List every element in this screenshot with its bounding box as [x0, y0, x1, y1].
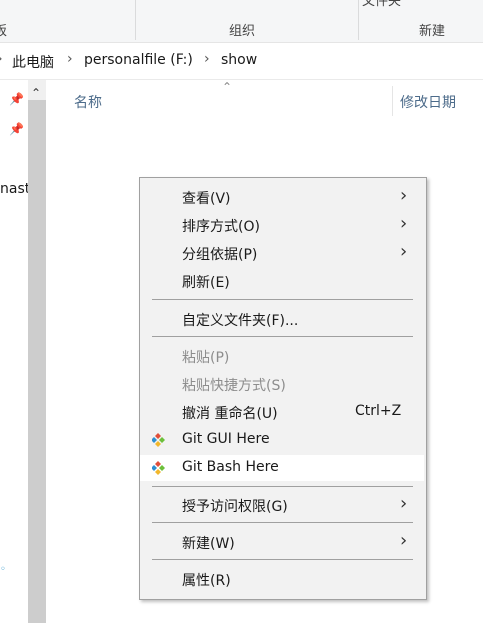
breadcrumb-drive[interactable]: personalfile (F:)	[84, 52, 193, 68]
menu-separator	[152, 522, 413, 523]
nav-item-partial[interactable]: nast	[0, 181, 30, 197]
menu-item-grant-access[interactable]: 授予访问权限(G) ›	[140, 492, 424, 518]
menu-separator	[152, 559, 413, 560]
breadcrumb-this-pc[interactable]: 此电脑	[12, 52, 54, 72]
ribbon-separator	[135, 0, 136, 40]
menu-item-view[interactable]: 查看(V) ›	[140, 184, 424, 210]
menu-item-label: 分组依据(P)	[182, 247, 258, 263]
chevron-right-icon: ›	[400, 241, 408, 262]
navigation-pane: 📌 📌	[0, 80, 28, 623]
menu-item-git-gui[interactable]: Git GUI Here	[140, 427, 424, 453]
menu-item-shortcut: Ctrl+Z	[355, 403, 402, 419]
nav-item-icon: ◦	[0, 564, 6, 575]
menu-item-git-bash[interactable]: Git Bash Here	[140, 455, 424, 481]
chevron-right-icon: ›	[400, 213, 408, 234]
column-header-name[interactable]: 名称	[74, 92, 102, 112]
chevron-right-icon[interactable]: ›	[204, 51, 210, 67]
sort-ascending-icon: ⌃	[222, 80, 233, 94]
breadcrumb-folder[interactable]: show	[221, 52, 257, 68]
menu-item-label: 新建(W)	[182, 536, 235, 552]
menu-separator	[152, 299, 413, 300]
menu-item-label: 授予访问权限(G)	[182, 499, 288, 515]
menu-item-label: 自定义文件夹(F)...	[182, 313, 299, 329]
menu-item-new[interactable]: 新建(W) ›	[140, 529, 424, 555]
pin-icon[interactable]: 📌	[9, 122, 24, 136]
menu-item-label: 粘贴快捷方式(S)	[182, 378, 286, 394]
pin-icon[interactable]: 📌	[9, 92, 24, 106]
chevron-right-icon: ›	[400, 185, 408, 206]
column-header-modified[interactable]: 修改日期	[400, 92, 456, 112]
git-icon	[152, 433, 165, 447]
menu-item-refresh[interactable]: 刷新(E)	[140, 268, 424, 294]
menu-item-label: 刷新(E)	[182, 275, 230, 291]
menu-separator	[152, 336, 413, 337]
menu-item-undo-rename[interactable]: 撤消 重命名(U) Ctrl+Z	[140, 399, 424, 425]
chevron-right-icon: ›	[400, 530, 408, 551]
ribbon-separator	[358, 0, 359, 40]
column-divider[interactable]	[392, 86, 393, 116]
context-menu: 查看(V) › 排序方式(O) › 分组依据(P) › 刷新(E) 自定义文件夹…	[139, 177, 427, 600]
scroll-up-icon[interactable]: ⌃	[31, 86, 41, 100]
chevron-right-icon: ›	[400, 493, 408, 514]
ribbon-group-new-label: 新建	[419, 24, 446, 39]
menu-item-group-by[interactable]: 分组依据(P) ›	[140, 240, 424, 266]
menu-item-label: Git Bash Here	[182, 459, 279, 475]
menu-item-label: Git GUI Here	[182, 431, 270, 447]
menu-item-paste: 粘贴(P)	[140, 343, 424, 369]
menu-item-properties[interactable]: 属性(R)	[140, 566, 424, 592]
ribbon-top-partial-label: 文件夹	[362, 0, 402, 9]
address-bar[interactable]: › 此电脑 › personalfile (F:) › show	[0, 43, 483, 80]
git-icon	[152, 461, 165, 475]
menu-item-label: 撤消 重命名(U)	[182, 406, 278, 422]
chevron-right-icon[interactable]: ›	[0, 51, 3, 67]
menu-item-label: 属性(R)	[182, 573, 231, 589]
menu-item-label: 排序方式(O)	[182, 219, 260, 235]
menu-separator	[152, 486, 413, 487]
menu-item-customize-folder[interactable]: 自定义文件夹(F)...	[140, 306, 424, 332]
ribbon-group-organize-label: 组织	[229, 24, 256, 39]
menu-item-paste-shortcut: 粘贴快捷方式(S)	[140, 371, 424, 397]
ribbon-left-partial-label: 板	[0, 24, 8, 39]
menu-item-label: 粘贴(P)	[182, 350, 230, 366]
menu-item-label: 查看(V)	[182, 191, 231, 207]
nav-scrollbar-thumb[interactable]	[28, 100, 46, 623]
chevron-right-icon[interactable]: ›	[67, 51, 73, 67]
ribbon: 板 组织 文件夹 新建	[0, 0, 483, 43]
menu-item-sort-by[interactable]: 排序方式(O) ›	[140, 212, 424, 238]
